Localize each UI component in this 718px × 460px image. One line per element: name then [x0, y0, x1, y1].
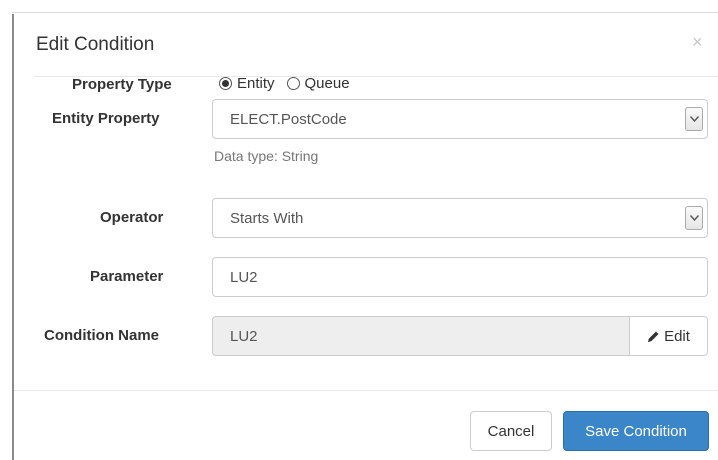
- edit-button[interactable]: Edit: [629, 316, 708, 356]
- radio-entity-control[interactable]: [219, 77, 232, 90]
- parameter-label: Parameter: [90, 268, 164, 285]
- radio-queue[interactable]: Queue: [286, 75, 350, 92]
- data-type-hint: Data type: String: [214, 148, 319, 164]
- parameter-value: LU2: [230, 268, 258, 286]
- dialog-title: Edit Condition: [36, 34, 155, 55]
- footer-divider: [14, 390, 718, 391]
- window-border: [12, 14, 14, 460]
- operator-label: Operator: [100, 209, 164, 226]
- chevron-down-icon[interactable]: [685, 107, 703, 131]
- entity-property-label: Entity Property: [52, 110, 160, 127]
- condition-name-input: LU2: [212, 316, 630, 356]
- radio-queue-label: Queue: [304, 75, 350, 92]
- radio-entity-label: Entity: [237, 75, 275, 92]
- entity-property-select[interactable]: ELECT.PostCode: [212, 99, 708, 139]
- operator-select[interactable]: Starts With: [212, 198, 708, 238]
- dialog-top-border: [12, 12, 718, 13]
- chevron-down-icon[interactable]: [685, 206, 703, 230]
- condition-name-value: LU2: [230, 327, 258, 345]
- property-type-radio-group: Entity Queue: [219, 75, 362, 92]
- entity-property-value: ELECT.PostCode: [230, 110, 347, 128]
- save-condition-button[interactable]: Save Condition: [563, 411, 709, 451]
- operator-value: Starts With: [230, 209, 304, 227]
- condition-name-label: Condition Name: [44, 327, 159, 344]
- radio-entity[interactable]: Entity: [219, 75, 275, 92]
- cancel-button[interactable]: Cancel: [470, 411, 552, 451]
- property-type-label: Property Type: [72, 76, 172, 93]
- radio-queue-control[interactable]: [286, 77, 300, 90]
- close-icon[interactable]: ×: [692, 32, 703, 53]
- parameter-input[interactable]: LU2: [212, 257, 708, 297]
- edit-button-label: Edit: [664, 327, 690, 345]
- pencil-icon: [648, 331, 659, 342]
